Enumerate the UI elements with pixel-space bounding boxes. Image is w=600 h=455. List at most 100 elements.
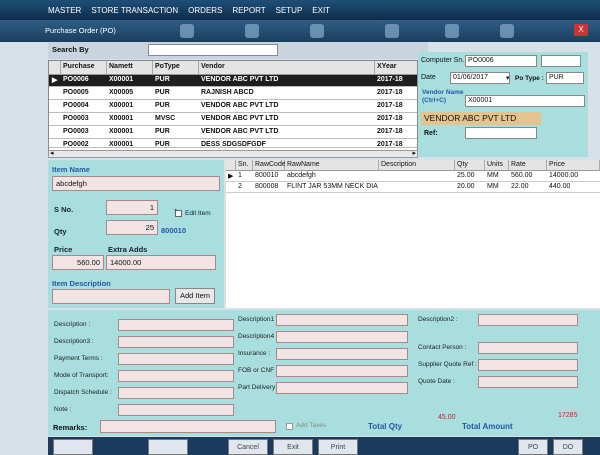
vendor-code-field[interactable]: X00001: [465, 95, 585, 107]
footer-button[interactable]: [53, 439, 93, 455]
grid-horizontal-scrollbar[interactable]: ◂ ▸: [48, 150, 418, 158]
column-header[interactable]: XYear: [375, 61, 417, 75]
toolbar-button-icon[interactable]: [500, 24, 514, 38]
table-row[interactable]: PO0005 X00005 PUR RAJNISH ABCD 2017-18: [49, 88, 417, 100]
column-header[interactable]: Qty: [455, 160, 485, 171]
po-button[interactable]: PO: [518, 439, 548, 455]
part-delivery-field[interactable]: [276, 382, 408, 394]
total-qty-value: 45.00: [438, 414, 456, 421]
price-field[interactable]: 560.00: [52, 255, 104, 270]
item-name-field[interactable]: abcdefgh: [52, 176, 220, 191]
exit-button[interactable]: Exit: [273, 439, 313, 455]
description2-field[interactable]: [478, 314, 578, 326]
description4-field[interactable]: [276, 331, 408, 343]
menu-report[interactable]: REPORT: [232, 6, 265, 15]
dispatch-schedule-field[interactable]: [118, 387, 234, 399]
sno-field[interactable]: 1: [106, 200, 158, 215]
cell-vendor: VENDOR ABC PVT LTD: [201, 102, 279, 109]
insurance-field[interactable]: [276, 348, 408, 360]
cell-qty: 20.00: [457, 183, 475, 190]
toolbar-button-icon[interactable]: [180, 24, 194, 38]
menu-store-transaction[interactable]: STORE TRANSACTION: [91, 6, 178, 15]
quote-date-field[interactable]: [478, 376, 578, 388]
description2-label: Description2 :: [418, 316, 458, 323]
bottom-form-panel: Description : Description3 : Payment Ter…: [48, 310, 600, 420]
menu-exit[interactable]: EXIT: [312, 6, 330, 15]
menu-master[interactable]: MASTER: [48, 6, 81, 15]
computer-sn-extra-field[interactable]: [541, 55, 581, 67]
window-close-button[interactable]: X: [574, 24, 588, 36]
toolbar-button-icon[interactable]: [310, 24, 324, 38]
description-field[interactable]: [118, 319, 234, 331]
payment-terms-field[interactable]: [118, 353, 234, 365]
column-header[interactable]: Description: [379, 160, 455, 171]
add-taxes-checkbox[interactable]: [286, 423, 293, 430]
table-row[interactable]: PO0002 X00001 PUR DESS SDGSDFGDF 2017-18: [49, 140, 417, 148]
column-header[interactable]: Rate: [509, 160, 547, 171]
column-header[interactable]: Purchase: [61, 61, 107, 75]
menu-bar: MASTER STORE TRANSACTION ORDERS REPORT S…: [0, 0, 600, 20]
cell-type: PUR: [155, 141, 170, 148]
cell-name: X00005: [109, 89, 134, 96]
chevron-down-icon[interactable]: ▾: [506, 74, 510, 82]
remarks-field[interactable]: [100, 420, 276, 433]
table-row[interactable]: ▶ 1 800010 abcdefgh 25.00 MM 560.00 1400…: [226, 171, 600, 182]
toolbar-button-icon[interactable]: [445, 24, 459, 38]
search-input[interactable]: [148, 44, 278, 56]
item-form-panel: Item Name abcdefgh S No. 1 ➤ Edit Item Q…: [48, 160, 224, 308]
cell-vendor: DESS SDGSDFGDF: [201, 141, 266, 148]
column-header[interactable]: RawCode: [253, 160, 286, 171]
column-header[interactable]: Namett: [107, 61, 153, 75]
item-description-field[interactable]: [52, 289, 170, 304]
edit-item-checkbox[interactable]: [175, 210, 182, 217]
footer-button[interactable]: [148, 439, 188, 455]
po-type-select[interactable]: PUR: [546, 72, 584, 84]
cell-purchase: PO0005: [63, 89, 89, 96]
column-header[interactable]: Units: [485, 160, 509, 171]
table-row[interactable]: PO0003 X00001 PUR VENDOR ABC PVT LTD 201…: [49, 127, 417, 139]
extra-adds-field[interactable]: 14000.00: [106, 255, 216, 270]
qty-field[interactable]: 25: [106, 220, 158, 235]
table-row[interactable]: 2 800008 FLINT JAR 53MM NECK DIA 20.00 M…: [226, 182, 600, 193]
scroll-left-icon[interactable]: ◂: [50, 149, 54, 157]
menu-setup[interactable]: SETUP: [276, 6, 303, 15]
cell-purchase: PO0003: [63, 128, 89, 135]
cell-rate: 560.00: [511, 172, 533, 179]
table-row[interactable]: ▶ PO0006 X00001 PUR VENDOR ABC PVT LTD 2…: [49, 75, 417, 87]
cell-sn: 2: [238, 183, 242, 190]
total-qty-label: Total Qty: [368, 422, 403, 431]
do-button[interactable]: DO: [553, 439, 583, 455]
date-label: Date: [421, 74, 436, 81]
menu-orders[interactable]: ORDERS: [188, 6, 222, 15]
date-picker[interactable]: 01/06/2017: [450, 72, 510, 84]
computer-sn-field[interactable]: PO0006: [465, 55, 537, 67]
search-row: Search By: [48, 42, 428, 59]
table-row[interactable]: PO0003 X00001 MVSC VENDOR ABC PVT LTD 20…: [49, 114, 417, 126]
mode-transport-field[interactable]: [118, 370, 234, 382]
scroll-right-icon[interactable]: ▸: [412, 149, 416, 157]
column-header[interactable]: Vendor: [199, 61, 375, 75]
column-header[interactable]: RawName: [285, 160, 379, 171]
column-header[interactable]: PoType: [153, 61, 199, 75]
print-button[interactable]: Print: [318, 439, 358, 455]
add-item-button[interactable]: Add Item: [175, 288, 215, 304]
description4-label: Description4 :: [238, 333, 278, 340]
cell-price: 440.00: [549, 183, 571, 190]
description3-field[interactable]: [118, 336, 234, 348]
cell-year: 2017-18: [377, 102, 403, 109]
contact-person-field[interactable]: [478, 342, 578, 354]
note-field[interactable]: [118, 404, 234, 416]
po-grid: Purchase Namett PoType Vendor XYear ▶ PO…: [48, 60, 418, 157]
toolbar-button-icon[interactable]: [245, 24, 259, 38]
toolbar-button-icon[interactable]: [385, 24, 399, 38]
table-row[interactable]: PO0004 X00001 PUR VENDOR ABC PVT LTD 201…: [49, 101, 417, 113]
ref-label: Ref:: [424, 130, 438, 137]
column-header[interactable]: Price: [547, 160, 600, 171]
fob-field[interactable]: [276, 365, 408, 377]
cell-rate: 22.00: [511, 183, 529, 190]
ref-field[interactable]: [465, 127, 537, 139]
column-header[interactable]: Sn.: [236, 160, 253, 171]
cancel-button[interactable]: Cancel: [228, 439, 268, 455]
supplier-quote-ref-field[interactable]: [478, 359, 578, 371]
description1-field[interactable]: [276, 314, 408, 326]
